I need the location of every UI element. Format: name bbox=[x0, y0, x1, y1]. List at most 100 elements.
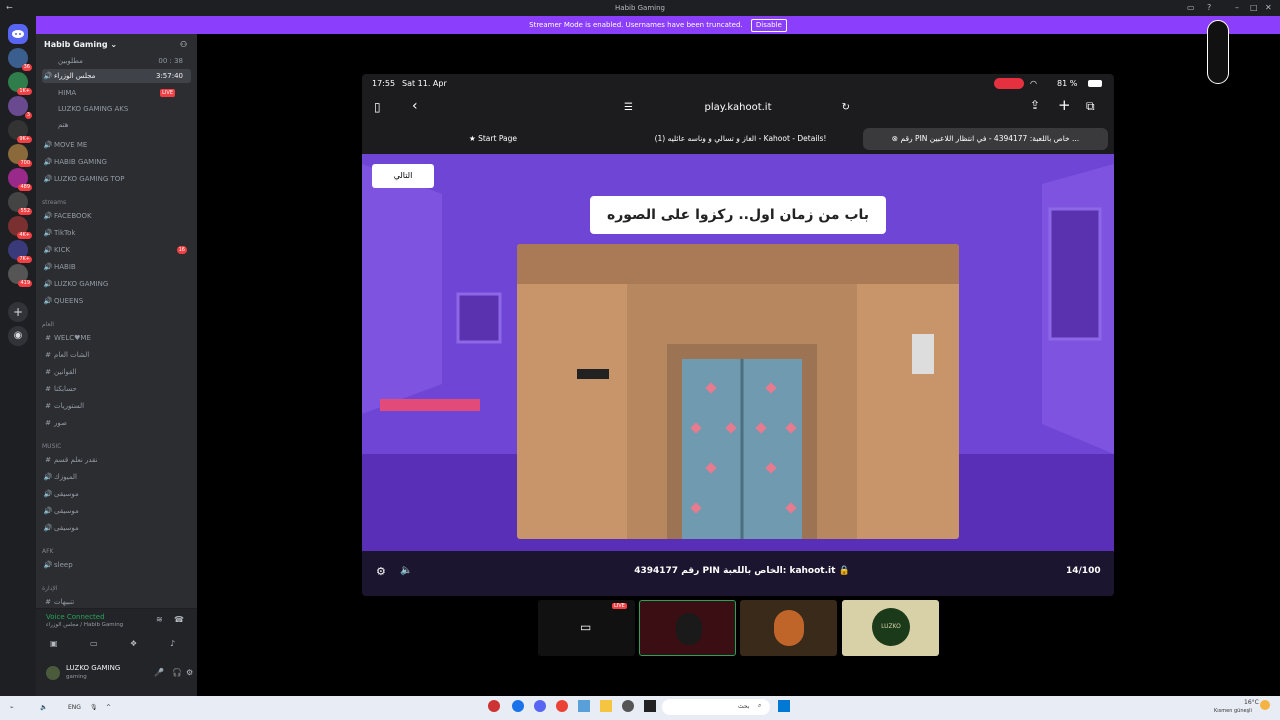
tab-start-page[interactable]: ★ Start Page bbox=[368, 128, 618, 150]
start-icon[interactable] bbox=[778, 700, 790, 712]
share-icon[interactable]: ⇪ bbox=[1030, 98, 1040, 112]
volume-icon[interactable]: 🔈 bbox=[40, 704, 47, 711]
minimize-icon[interactable]: – bbox=[1235, 3, 1239, 12]
address-bar[interactable]: ☰ play.kahoot.it ↻ bbox=[612, 96, 864, 120]
voice-channel-active[interactable]: 🔊 مجلس الوزراء 3:57:40 bbox=[42, 69, 191, 83]
server-icon[interactable]: 3 bbox=[8, 96, 32, 119]
voice-channel[interactable]: 🔊 KICK 16 bbox=[42, 243, 191, 257]
server-icon[interactable]: 9K+ bbox=[8, 120, 32, 143]
discord-home-icon[interactable] bbox=[8, 24, 28, 44]
voice-channel[interactable]: 🔊 موسيقى bbox=[42, 521, 191, 535]
voice-channel[interactable]: 🔊 LUZKO GAMING TOP bbox=[42, 172, 191, 186]
category-header[interactable]: AFK bbox=[42, 545, 191, 559]
voice-channel[interactable]: 🔊 QUEENS bbox=[42, 294, 191, 308]
add-server-icon[interactable]: + bbox=[8, 302, 28, 322]
server-icon[interactable]: 700 bbox=[8, 144, 32, 167]
language-indicator[interactable]: ENG bbox=[68, 704, 81, 711]
voice-channel[interactable]: 🔊 موسيقى bbox=[42, 487, 191, 501]
tab-kahoot-details[interactable]: الغاز و تسالي و وناسه عائليه (1) - Kahoo… bbox=[618, 128, 863, 150]
shared-screen[interactable]: 17:55 Sat 11. Apr ◠ 81 % ▯ ‹ ☰ play.kaho… bbox=[362, 74, 1114, 596]
file-explorer-icon[interactable] bbox=[600, 700, 612, 712]
text-channel[interactable]: # تنبيهات bbox=[42, 595, 191, 609]
next-button[interactable]: التالي bbox=[372, 164, 434, 188]
server-icon[interactable]: 419 bbox=[8, 264, 32, 287]
server-icon[interactable]: 1K+ bbox=[8, 72, 32, 95]
screen-share-icon[interactable]: ▭ bbox=[90, 639, 98, 648]
terminal-icon[interactable] bbox=[644, 700, 656, 712]
microphone-icon[interactable]: 🎙 bbox=[90, 704, 98, 711]
voice-channel[interactable]: 🔊 MOVE ME bbox=[42, 138, 191, 152]
microphone-icon[interactable]: 🎤 bbox=[154, 668, 164, 677]
edge-icon[interactable] bbox=[512, 700, 524, 712]
headphones-icon[interactable]: 🎧 bbox=[172, 668, 182, 677]
discord-icon[interactable] bbox=[534, 700, 546, 712]
avatar[interactable] bbox=[46, 666, 60, 680]
close-icon[interactable]: ✕ bbox=[1265, 3, 1272, 12]
category-header[interactable]: MUSIC bbox=[42, 440, 191, 454]
voice-channel[interactable]: 🔊 HABIB bbox=[42, 260, 191, 274]
back-icon[interactable]: ‹ bbox=[412, 98, 418, 114]
category-header[interactable]: العام bbox=[42, 318, 191, 332]
sidebar-icon[interactable]: ▯ bbox=[374, 100, 381, 114]
channel-label: حسابكنا bbox=[54, 385, 77, 393]
participant-tile-stream[interactable]: LIVE ▭ bbox=[538, 600, 635, 656]
voice-channel[interactable]: 🔊 FACEBOOK bbox=[42, 209, 191, 223]
voice-location[interactable]: مجلس الوزراء / Habib Gaming bbox=[46, 622, 123, 628]
weather-temp[interactable]: 16°C bbox=[1244, 699, 1259, 706]
chevron-up-icon[interactable]: ^ bbox=[106, 704, 111, 711]
text-channel[interactable]: # حسابكنا bbox=[42, 382, 191, 396]
activities-icon[interactable]: ❖ bbox=[130, 639, 137, 648]
voice-channel[interactable]: 🔊 HABIB GAMING bbox=[42, 155, 191, 169]
photos-icon[interactable] bbox=[578, 700, 590, 712]
voice-channel[interactable]: 🔊 موسيقى bbox=[42, 504, 191, 518]
new-tab-icon[interactable]: + bbox=[1058, 96, 1071, 114]
text-channel[interactable]: # نقدر نعلم قسم bbox=[42, 453, 191, 467]
server-icon[interactable]: 489 bbox=[8, 168, 32, 191]
maximize-icon[interactable]: □ bbox=[1250, 3, 1258, 12]
search-box[interactable]: بحث ⌕ bbox=[662, 699, 770, 715]
settings-icon[interactable]: ⚙ bbox=[376, 565, 386, 578]
voice-channel[interactable]: 🔊 LUZKO GAMING bbox=[42, 277, 191, 291]
category-header[interactable]: الإدارة bbox=[42, 582, 191, 596]
tabs-overview-icon[interactable]: ⧉ bbox=[1086, 99, 1095, 114]
text-channel[interactable]: # القوانين bbox=[42, 365, 191, 379]
participant-tile[interactable] bbox=[639, 600, 736, 656]
settings-icon[interactable]: ⚙ bbox=[186, 668, 193, 677]
server-header[interactable]: Habib Gaming ⌄ ⚇ bbox=[36, 34, 197, 56]
voice-channel[interactable]: 🔊 TikTok bbox=[42, 226, 191, 240]
text-channel[interactable]: # الستوريات bbox=[42, 399, 191, 413]
text-channel[interactable]: # الشات العام bbox=[42, 348, 191, 362]
disconnect-icon[interactable]: ☎ bbox=[174, 615, 184, 624]
voice-member[interactable]: HIMA LIVE bbox=[42, 86, 191, 100]
tab-kahoot-game[interactable]: ⊗ رقم PIN خاص باللعبة: 4394177 - في انتظ… bbox=[863, 128, 1108, 150]
voice-channel[interactable]: 🔊 الميوزك bbox=[42, 470, 191, 484]
app-icon[interactable] bbox=[488, 700, 500, 712]
participant-tile[interactable] bbox=[740, 600, 837, 656]
volume-icon[interactable]: 🔈 bbox=[400, 565, 412, 576]
reload-icon[interactable]: ↻ bbox=[842, 96, 850, 120]
chrome-icon[interactable] bbox=[556, 700, 568, 712]
voice-member[interactable]: هتم bbox=[42, 118, 191, 132]
voice-member[interactable]: LUZKO GAMING AKS bbox=[42, 102, 191, 116]
server-icon[interactable]: 4K+ bbox=[8, 216, 32, 239]
server-icon[interactable]: 552 bbox=[8, 192, 32, 215]
participant-tile[interactable]: LUZKO bbox=[842, 600, 939, 656]
chatgpt-icon[interactable] bbox=[622, 700, 634, 712]
network-icon[interactable]: ⌁ bbox=[10, 704, 14, 711]
noise-suppression-icon[interactable]: ≋ bbox=[156, 615, 163, 624]
server-icon[interactable]: 36 bbox=[8, 48, 32, 71]
disable-button[interactable]: Disable bbox=[750, 19, 787, 32]
server-icon[interactable]: 7K+ bbox=[8, 240, 32, 263]
soundboard-icon[interactable]: ♪ bbox=[170, 639, 175, 648]
inbox-icon[interactable]: ▭ bbox=[1187, 3, 1195, 12]
help-icon[interactable]: ? bbox=[1207, 3, 1211, 12]
text-channel[interactable]: # صور bbox=[42, 416, 191, 430]
reader-icon[interactable]: ☰ bbox=[624, 96, 633, 120]
voice-member[interactable]: مطلوبين 00 : 38 bbox=[42, 54, 191, 68]
discover-icon[interactable]: ◉ bbox=[8, 326, 28, 346]
category-header[interactable]: streams bbox=[42, 196, 191, 210]
invite-icon[interactable]: ⚇ bbox=[180, 34, 187, 56]
text-channel[interactable]: # WELC♥ME bbox=[42, 331, 191, 345]
camera-icon[interactable]: ▣ bbox=[50, 639, 58, 648]
voice-channel[interactable]: 🔊 sleep bbox=[42, 558, 191, 572]
